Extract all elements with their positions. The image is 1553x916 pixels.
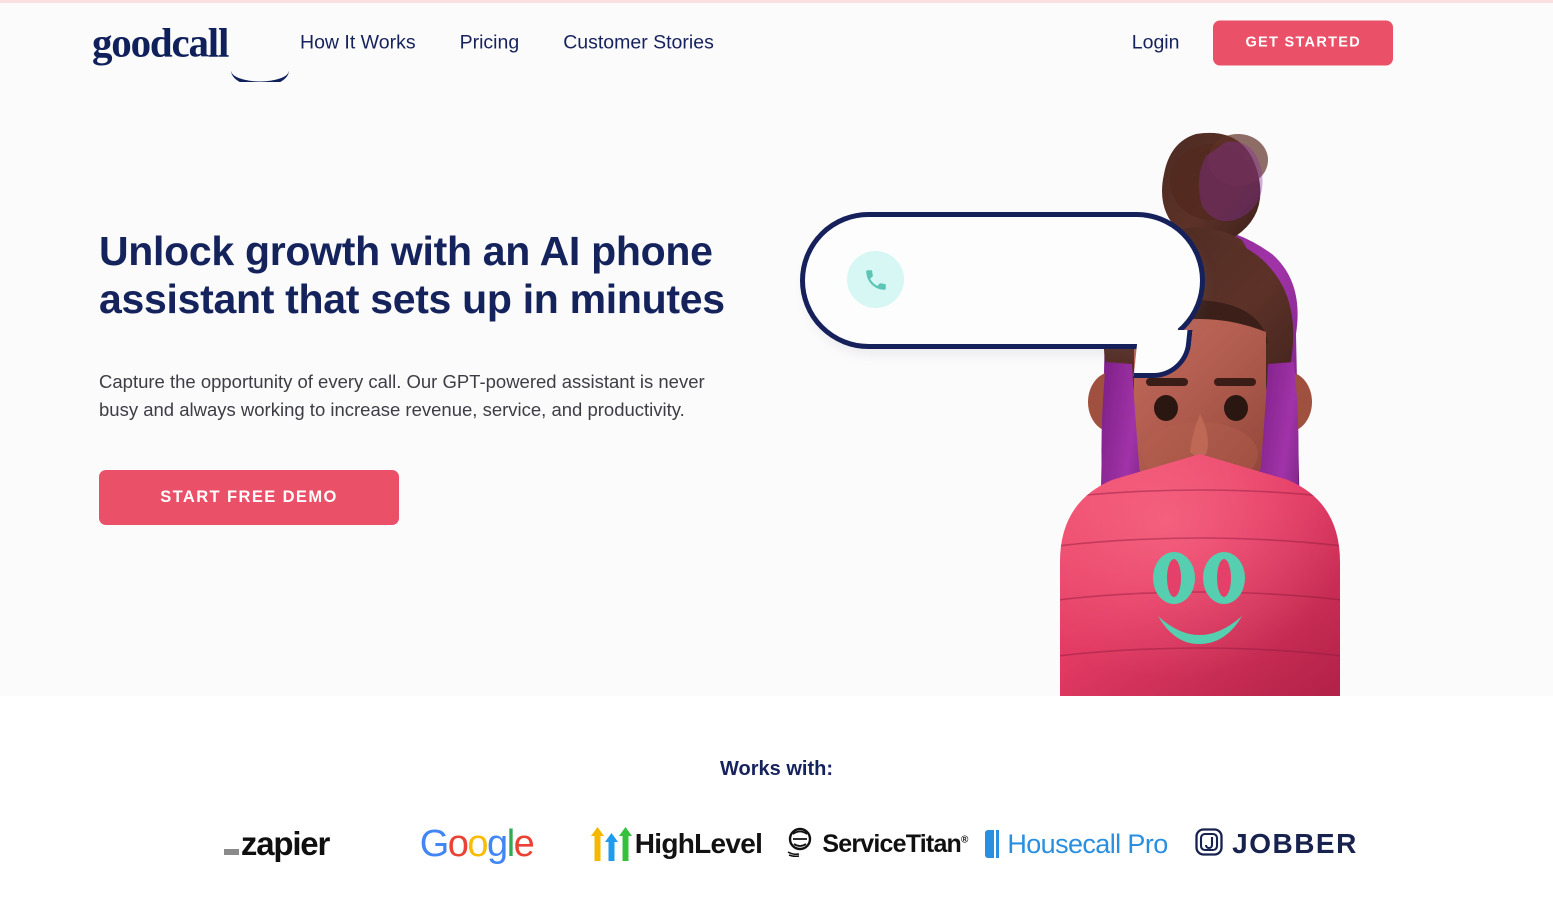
start-free-demo-button[interactable]: START FREE DEMO xyxy=(99,470,399,526)
partner-logo-jobber[interactable]: JOBBER xyxy=(1177,814,1377,874)
jobber-mark-icon xyxy=(1195,827,1223,861)
hero-subheadline: Capture the opportunity of every call. O… xyxy=(99,370,705,421)
partner-logo-highlevel[interactable]: HighLevel xyxy=(577,814,777,874)
partner-logo-housecall-pro[interactable]: Housecall Pro xyxy=(977,814,1177,874)
partner-logo-google[interactable]: Google xyxy=(377,814,577,874)
header-actions: Login GET STARTED xyxy=(1132,20,1393,65)
zapier-wordmark: zapier xyxy=(240,825,330,862)
hero-section: Unlock growth with an AI phone assistant… xyxy=(0,82,1553,696)
get-started-button[interactable]: GET STARTED xyxy=(1213,20,1393,65)
servicetitan-mark-icon xyxy=(785,827,815,862)
site-header: goodcall How It Works Pricing Customer S… xyxy=(0,3,1553,86)
zapier-dash-icon xyxy=(223,849,239,855)
landing-page: goodcall How It Works Pricing Customer S… xyxy=(0,0,1553,916)
partner-logo-strip: zapier Google HighLevel ServiceTitan® Ho… xyxy=(0,814,1553,874)
login-link[interactable]: Login xyxy=(1132,31,1180,54)
primary-nav: How It Works Pricing Customer Stories xyxy=(300,31,714,54)
google-wordmark: Google xyxy=(419,822,535,865)
nav-item-pricing[interactable]: Pricing xyxy=(460,31,520,54)
nav-item-customer-stories[interactable]: Customer Stories xyxy=(563,31,714,54)
partner-logo-zapier[interactable]: zapier xyxy=(177,814,377,874)
highlevel-arrows-icon xyxy=(590,827,632,861)
housecall-pro-wordmark: Housecall Pro xyxy=(1007,828,1168,859)
hero-headline: Unlock growth with an AI phone assistant… xyxy=(99,228,725,323)
works-with-section: Works with: zapier Google HighLevel Serv… xyxy=(0,696,1553,916)
speech-bubble xyxy=(800,212,1205,378)
housecall-pro-mark-icon xyxy=(985,830,1000,858)
servicetitan-wordmark: ServiceTitan xyxy=(822,829,962,858)
jobber-wordmark: JOBBER xyxy=(1232,828,1358,859)
hero-illustration xyxy=(760,82,1553,696)
brand-logo[interactable]: goodcall xyxy=(92,19,289,86)
phone-icon xyxy=(847,251,904,308)
works-with-label: Works with: xyxy=(720,758,833,780)
highlevel-wordmark: HighLevel xyxy=(634,828,763,859)
partner-logo-servicetitan[interactable]: ServiceTitan® xyxy=(777,814,977,874)
hero-copy: Unlock growth with an AI phone assistant… xyxy=(99,227,759,526)
brand-logo-text: goodcall xyxy=(92,19,229,65)
nav-item-how-it-works[interactable]: How It Works xyxy=(300,31,416,54)
speech-bubble-tail-mask xyxy=(1118,328,1178,342)
avatar-character xyxy=(1000,82,1400,696)
